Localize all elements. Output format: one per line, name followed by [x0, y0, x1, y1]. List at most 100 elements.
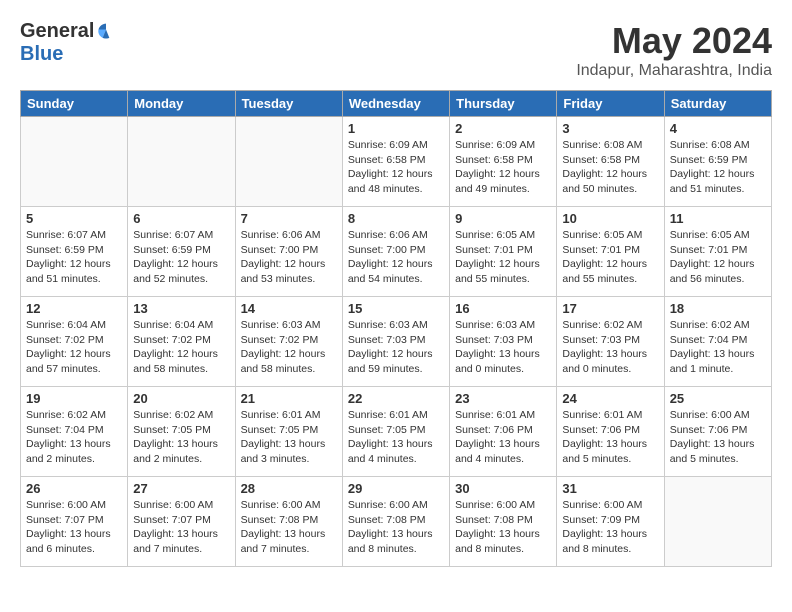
day-info: Sunrise: 6:01 AM Sunset: 7:06 PM Dayligh…	[562, 408, 658, 467]
day-number: 8	[348, 211, 444, 226]
day-number: 27	[133, 481, 229, 496]
table-row: 16 Sunrise: 6:03 AM Sunset: 7:03 PM Dayli…	[450, 297, 557, 387]
table-row: 13 Sunrise: 6:04 AM Sunset: 7:02 PM Dayli…	[128, 297, 235, 387]
day-info: Sunrise: 6:06 AM Sunset: 7:00 PM Dayligh…	[241, 228, 337, 287]
table-row: 6Sunrise: 6:07 AM Sunset: 6:59 PM Daylig…	[128, 207, 235, 297]
day-number: 1	[348, 121, 444, 136]
day-number: 29	[348, 481, 444, 496]
table-row: 23Sunrise: 6:01 AM Sunset: 7:06 PM Dayli…	[450, 387, 557, 477]
calendar-table: Sunday Monday Tuesday Wednesday Thursday…	[20, 90, 772, 567]
day-info: Sunrise: 6:09 AM Sunset: 6:58 PM Dayligh…	[348, 138, 444, 197]
day-number: 12	[26, 301, 122, 316]
day-number: 11	[670, 211, 766, 226]
day-number: 21	[241, 391, 337, 406]
day-info: Sunrise: 6:01 AM Sunset: 7:06 PM Dayligh…	[455, 408, 551, 467]
day-info: Sunrise: 6:00 AM Sunset: 7:08 PM Dayligh…	[455, 498, 551, 557]
table-row: 11 Sunrise: 6:05 AM Sunset: 7:01 PM Dayli…	[664, 207, 771, 297]
day-info: Sunrise: 6:03 AM Sunset: 7:03 PM Dayligh…	[455, 318, 551, 377]
table-row: 15 Sunrise: 6:03 AM Sunset: 7:03 PM Dayli…	[342, 297, 449, 387]
table-row: 29Sunrise: 6:00 AM Sunset: 7:08 PM Dayli…	[342, 477, 449, 567]
day-info: Sunrise: 6:08 AM Sunset: 6:59 PM Dayligh…	[670, 138, 766, 197]
day-number: 3	[562, 121, 658, 136]
table-row	[664, 477, 771, 567]
table-row: 10 Sunrise: 6:05 AM Sunset: 7:01 PM Dayli…	[557, 207, 664, 297]
day-number: 18	[670, 301, 766, 316]
day-info: Sunrise: 6:01 AM Sunset: 7:05 PM Dayligh…	[241, 408, 337, 467]
table-row: 12 Sunrise: 6:04 AM Sunset: 7:02 PM Dayli…	[21, 297, 128, 387]
day-number: 14	[241, 301, 337, 316]
day-number: 5	[26, 211, 122, 226]
day-info: Sunrise: 6:04 AM Sunset: 7:02 PM Dayligh…	[26, 318, 122, 377]
day-number: 31	[562, 481, 658, 496]
day-info: Sunrise: 6:04 AM Sunset: 7:02 PM Dayligh…	[133, 318, 229, 377]
table-row: 26Sunrise: 6:00 AM Sunset: 7:07 PM Dayli…	[21, 477, 128, 567]
table-row: 24 Sunrise: 6:01 AM Sunset: 7:06 PM Dayli…	[557, 387, 664, 477]
day-number: 17	[562, 301, 658, 316]
day-info: Sunrise: 6:06 AM Sunset: 7:00 PM Dayligh…	[348, 228, 444, 287]
calendar-week-row: 5 Sunrise: 6:07 AM Sunset: 6:59 PM Daylig…	[21, 207, 772, 297]
day-info: Sunrise: 6:03 AM Sunset: 7:03 PM Dayligh…	[348, 318, 444, 377]
header-monday: Monday	[128, 91, 235, 117]
calendar-week-row: 19 Sunrise: 6:02 AM Sunset: 7:04 PM Dayli…	[21, 387, 772, 477]
location: Indapur, Maharashtra, India	[576, 62, 772, 80]
day-number: 22	[348, 391, 444, 406]
day-number: 19	[26, 391, 122, 406]
table-row: 30 Sunrise: 6:00 AM Sunset: 7:08 PM Dayli…	[450, 477, 557, 567]
logo-blue-text: Blue	[20, 43, 63, 65]
day-info: Sunrise: 6:02 AM Sunset: 7:05 PM Dayligh…	[133, 408, 229, 467]
title-section: May 2024 Indapur, Maharashtra, India	[576, 20, 772, 80]
day-number: 24	[562, 391, 658, 406]
day-info: Sunrise: 6:03 AM Sunset: 7:02 PM Dayligh…	[241, 318, 337, 377]
table-row: 31 Sunrise: 6:00 AM Sunset: 7:09 PM Dayli…	[557, 477, 664, 567]
table-row: 22Sunrise: 6:01 AM Sunset: 7:05 PM Dayli…	[342, 387, 449, 477]
header-thursday: Thursday	[450, 91, 557, 117]
day-number: 26	[26, 481, 122, 496]
day-info: Sunrise: 6:05 AM Sunset: 7:01 PM Dayligh…	[670, 228, 766, 287]
table-row: 1 Sunrise: 6:09 AM Sunset: 6:58 PM Daylig…	[342, 117, 449, 207]
table-row: 27 Sunrise: 6:00 AM Sunset: 7:07 PM Dayli…	[128, 477, 235, 567]
day-number: 30	[455, 481, 551, 496]
day-info: Sunrise: 6:00 AM Sunset: 7:09 PM Dayligh…	[562, 498, 658, 557]
calendar-week-row: 1 Sunrise: 6:09 AM Sunset: 6:58 PM Daylig…	[21, 117, 772, 207]
page-header: General Blue May 2024 Indapur, Maharasht…	[20, 20, 772, 80]
day-info: Sunrise: 6:05 AM Sunset: 7:01 PM Dayligh…	[455, 228, 551, 287]
table-row: 17 Sunrise: 6:02 AM Sunset: 7:03 PM Dayli…	[557, 297, 664, 387]
table-row: 7Sunrise: 6:06 AM Sunset: 7:00 PM Daylig…	[235, 207, 342, 297]
day-info: Sunrise: 6:02 AM Sunset: 7:03 PM Dayligh…	[562, 318, 658, 377]
day-number: 28	[241, 481, 337, 496]
logo-general-text: General	[20, 20, 94, 43]
table-row	[235, 117, 342, 207]
header-saturday: Saturday	[664, 91, 771, 117]
header-tuesday: Tuesday	[235, 91, 342, 117]
day-info: Sunrise: 6:09 AM Sunset: 6:58 PM Dayligh…	[455, 138, 551, 197]
day-number: 6	[133, 211, 229, 226]
day-info: Sunrise: 6:02 AM Sunset: 7:04 PM Dayligh…	[26, 408, 122, 467]
logo: General Blue	[20, 20, 116, 66]
day-number: 16	[455, 301, 551, 316]
day-info: Sunrise: 6:07 AM Sunset: 6:59 PM Dayligh…	[26, 228, 122, 287]
day-info: Sunrise: 6:05 AM Sunset: 7:01 PM Dayligh…	[562, 228, 658, 287]
calendar-week-row: 12 Sunrise: 6:04 AM Sunset: 7:02 PM Dayli…	[21, 297, 772, 387]
day-number: 4	[670, 121, 766, 136]
calendar-week-row: 26 Sunrise: 6:00 AM Sunset: 7:07 PM Dayli…	[21, 477, 772, 567]
header-sunday: Sunday	[21, 91, 128, 117]
table-row: 8 Sunrise: 6:06 AM Sunset: 7:00 PM Daylig…	[342, 207, 449, 297]
table-row	[128, 117, 235, 207]
day-info: Sunrise: 6:00 AM Sunset: 7:06 PM Dayligh…	[670, 408, 766, 467]
table-row: 25 Sunrise: 6:00 AM Sunset: 7:06 PM Dayli…	[664, 387, 771, 477]
day-number: 25	[670, 391, 766, 406]
day-number: 20	[133, 391, 229, 406]
day-number: 10	[562, 211, 658, 226]
table-row: 18 Sunrise: 6:02 AM Sunset: 7:04 PM Dayli…	[664, 297, 771, 387]
day-number: 15	[348, 301, 444, 316]
day-number: 13	[133, 301, 229, 316]
day-info: Sunrise: 6:02 AM Sunset: 7:04 PM Dayligh…	[670, 318, 766, 377]
table-row: 5 Sunrise: 6:07 AM Sunset: 6:59 PM Daylig…	[21, 207, 128, 297]
month-title: May 2024	[576, 20, 772, 62]
table-row: 28Sunrise: 6:00 AM Sunset: 7:08 PM Dayli…	[235, 477, 342, 567]
day-info: Sunrise: 6:08 AM Sunset: 6:58 PM Dayligh…	[562, 138, 658, 197]
day-info: Sunrise: 6:00 AM Sunset: 7:07 PM Dayligh…	[133, 498, 229, 557]
day-number: 2	[455, 121, 551, 136]
header-friday: Friday	[557, 91, 664, 117]
table-row: 4 Sunrise: 6:08 AM Sunset: 6:59 PM Daylig…	[664, 117, 771, 207]
